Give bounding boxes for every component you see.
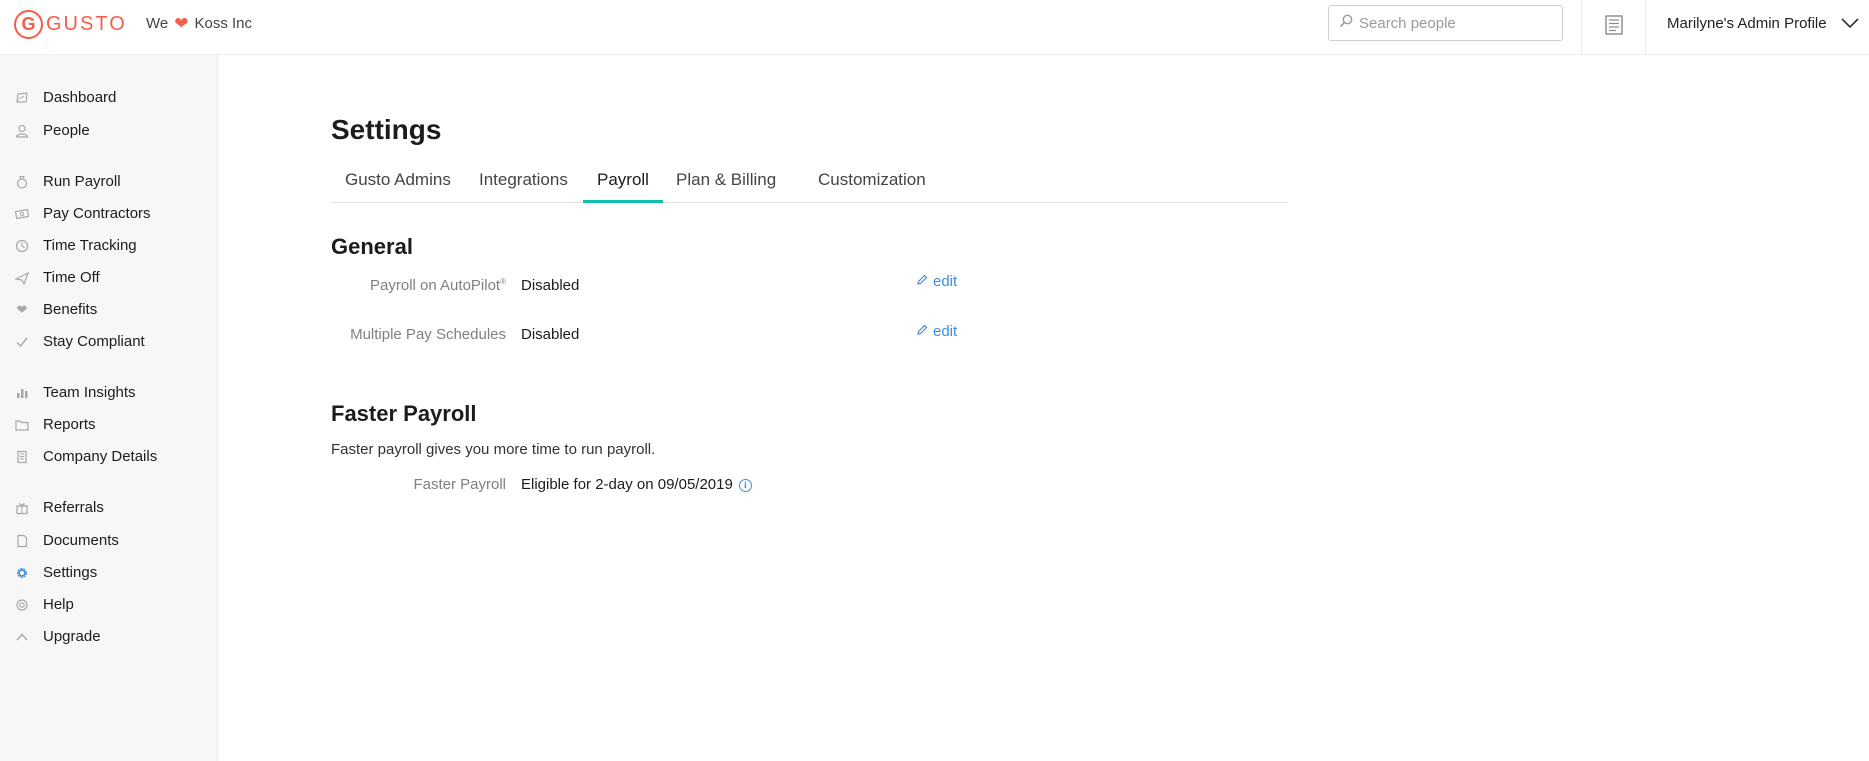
edit-label: edit — [933, 323, 958, 340]
building-icon — [14, 449, 30, 465]
sidebar-item-upgrade[interactable]: Upgrade — [14, 628, 101, 645]
header-divider — [1581, 0, 1582, 55]
folder-icon — [14, 417, 30, 433]
sidebar-item-dashboard[interactable]: Dashboard — [14, 89, 116, 106]
sidebar-item-run-payroll[interactable]: Run Payroll — [14, 173, 121, 190]
sidebar-item-label: Stay Compliant — [43, 333, 145, 350]
setting-value-autopilot: Disabled — [521, 277, 580, 294]
settings-tabs: Gusto Admins Integrations Payroll Plan &… — [331, 160, 1288, 203]
document-icon — [14, 533, 30, 549]
search-box[interactable] — [1328, 5, 1563, 41]
company-name: Koss Inc — [194, 15, 253, 32]
edit-autopilot-link[interactable]: edit — [916, 273, 957, 290]
gusto-logo[interactable]: G GUSTO — [14, 9, 127, 39]
heart-icon: ❤ — [16, 301, 28, 317]
sidebar-item-reports[interactable]: Reports — [14, 416, 96, 433]
setting-label-autopilot: Payroll on AutoPilot® — [331, 277, 506, 294]
sidebar-item-label: Pay Contractors — [43, 205, 151, 222]
setting-value-multiple-pay-schedules: Disabled — [521, 326, 580, 343]
pencil-icon — [916, 323, 928, 340]
sidebar-item-time-off[interactable]: Time Off — [14, 269, 100, 286]
edit-label: edit — [933, 273, 958, 290]
top-bar: G GUSTO We ❤ Koss Inc Marilyne's Admin P… — [0, 0, 1869, 55]
company-tagline: We ❤ Koss Inc — [146, 15, 252, 32]
sidebar-item-label: Team Insights — [43, 384, 136, 401]
sidebar-item-benefits[interactable]: ❤ Benefits — [14, 301, 98, 318]
cash-icon — [14, 206, 30, 222]
money-bag-icon — [14, 174, 30, 190]
sidebar-item-stay-compliant[interactable]: Stay Compliant — [14, 333, 145, 350]
faster-payroll-value-text: Eligible for 2-day on 09/05/2019 — [521, 476, 733, 493]
sidebar-item-label: Time Tracking — [43, 237, 137, 254]
sidebar-item-referrals[interactable]: Referrals — [14, 499, 104, 516]
tab-payroll[interactable]: Payroll — [583, 170, 663, 203]
sidebar-item-documents[interactable]: Documents — [14, 532, 119, 549]
notes-icon[interactable] — [1603, 14, 1625, 36]
header-divider — [1645, 0, 1646, 55]
sidebar — [0, 55, 218, 761]
airplane-icon — [14, 270, 30, 286]
chevron-down-icon — [1841, 15, 1859, 32]
setting-label-multiple-pay-schedules: Multiple Pay Schedules — [350, 326, 506, 343]
setting-label-text: Payroll on AutoPilot — [370, 277, 501, 294]
search-icon — [1339, 14, 1353, 33]
sidebar-item-label: Documents — [43, 532, 119, 549]
edit-multiple-pay-schedules-link[interactable]: edit — [916, 323, 957, 340]
lifebuoy-icon — [14, 597, 30, 613]
gift-icon — [14, 500, 30, 516]
sidebar-item-settings[interactable]: Settings — [14, 564, 97, 581]
heart-icon: ❤ — [174, 14, 189, 33]
tab-plan-billing[interactable]: Plan & Billing — [662, 170, 790, 203]
profile-label: Marilyne's Admin Profile — [1667, 15, 1827, 32]
logo-wordmark: GUSTO — [46, 12, 127, 35]
sidebar-item-label: Help — [43, 596, 74, 613]
sidebar-item-label: People — [43, 122, 90, 139]
gear-icon — [14, 565, 30, 581]
sidebar-item-company-details[interactable]: Company Details — [14, 448, 157, 465]
info-icon[interactable]: i — [738, 478, 752, 492]
section-title-faster-payroll: Faster Payroll — [331, 401, 477, 426]
setting-value-faster-payroll: Eligible for 2-day on 09/05/2019 i — [521, 476, 752, 493]
sidebar-item-label: Dashboard — [43, 89, 117, 106]
page-title: Settings — [331, 114, 442, 145]
sidebar-item-label: Company Details — [43, 448, 158, 465]
chevron-up-icon — [14, 629, 30, 645]
sidebar-item-label: Settings — [43, 564, 98, 581]
setting-label-faster-payroll: Faster Payroll — [413, 476, 506, 493]
sidebar-item-pay-contractors[interactable]: Pay Contractors — [14, 205, 151, 222]
logo-mark-icon: G — [14, 9, 43, 39]
sidebar-item-label: Upgrade — [43, 628, 101, 645]
sidebar-item-label: Run Payroll — [43, 173, 121, 190]
sidebar-item-label: Time Off — [43, 269, 100, 286]
bar-chart-icon — [14, 385, 30, 401]
clock-icon — [14, 238, 30, 254]
tab-integrations[interactable]: Integrations — [465, 170, 582, 203]
sidebar-item-team-insights[interactable]: Team Insights — [14, 384, 136, 401]
tab-gusto-admins[interactable]: Gusto Admins — [331, 170, 465, 203]
search-input[interactable] — [1359, 14, 1549, 32]
sidebar-item-label: Reports — [43, 416, 96, 433]
sidebar-item-time-tracking[interactable]: Time Tracking — [14, 237, 137, 254]
tab-customization[interactable]: Customization — [804, 170, 940, 203]
tagline-prefix: We — [146, 15, 169, 32]
check-icon — [14, 334, 30, 350]
sidebar-item-label: Referrals — [43, 499, 104, 516]
sidebar-item-label: Benefits — [43, 301, 98, 318]
section-title-general: General — [331, 234, 413, 259]
sidebar-item-people[interactable]: People — [14, 122, 90, 139]
person-icon — [14, 123, 30, 139]
faster-payroll-description: Faster payroll gives you more time to ru… — [331, 441, 656, 458]
pencil-icon — [916, 273, 928, 290]
registered-mark: ® — [500, 277, 506, 286]
profile-menu[interactable]: Marilyne's Admin Profile — [1667, 15, 1859, 32]
sidebar-item-help[interactable]: Help — [14, 596, 74, 613]
dashboard-icon — [14, 90, 30, 106]
